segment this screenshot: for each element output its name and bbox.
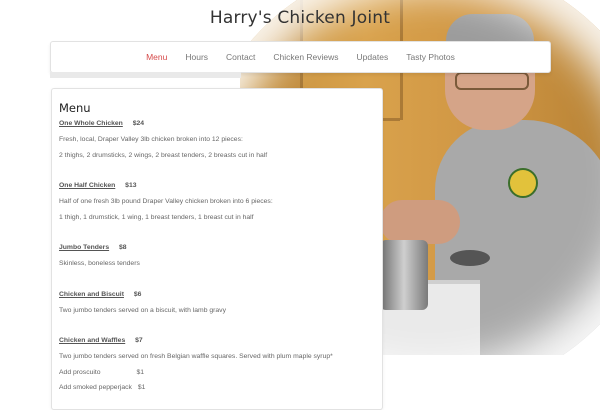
- menu-item-name[interactable]: Jumbo Tenders: [59, 244, 109, 251]
- site-title[interactable]: Harry's Chicken Joint: [0, 8, 600, 28]
- menu-item-price: $7: [135, 337, 143, 344]
- menu-item-title: Chicken and Waffles $7: [59, 337, 143, 344]
- menu-addon: Add smoked pepperjack $1: [59, 384, 145, 391]
- nav-item-contact[interactable]: Contact: [217, 52, 264, 62]
- menu-item-name[interactable]: Chicken and Biscuit: [59, 291, 124, 298]
- menu-item-description: Two jumbo tenders served on a biscuit, w…: [59, 307, 226, 314]
- nav-item-hours[interactable]: Hours: [176, 52, 217, 62]
- menu-item-price: $13: [125, 182, 137, 189]
- menu-panel: Menu One Whole Chicken $24 Fresh, local,…: [51, 88, 383, 410]
- nav-item-chicken-reviews[interactable]: Chicken Reviews: [264, 52, 347, 62]
- menu-item-price: $8: [119, 244, 127, 251]
- nav-item-updates[interactable]: Updates: [348, 52, 398, 62]
- menu-item-title: One Half Chicken $13: [59, 182, 137, 189]
- addon-label: Add smoked pepperjack: [59, 384, 132, 391]
- addon-price: $1: [136, 369, 145, 376]
- menu-item-description: Half of one fresh 3lb pound Draper Valle…: [59, 198, 273, 205]
- menu-item-description: 1 thigh, 1 drumstick, 1 wing, 1 breast t…: [59, 214, 254, 221]
- menu-item-title: Chicken and Biscuit $6: [59, 291, 141, 298]
- menu-item-title: Jumbo Tenders $8: [59, 244, 127, 251]
- menu-item-name[interactable]: One Whole Chicken: [59, 120, 123, 127]
- menu-item-name[interactable]: One Half Chicken: [59, 182, 115, 189]
- menu-item-description: 2 thighs, 2 drumsticks, 2 wings, 2 breas…: [59, 152, 268, 159]
- nav-item-menu[interactable]: Menu: [137, 52, 176, 62]
- menu-item-price: $6: [133, 291, 142, 298]
- menu-item-description: Skinless, boneless tenders: [59, 260, 140, 267]
- menu-heading: Menu: [59, 101, 91, 115]
- menu-item-description: Two jumbo tenders served on fresh Belgia…: [59, 353, 333, 360]
- menu-item-name[interactable]: Chicken and Waffles: [59, 337, 125, 344]
- nav-item-tasty-photos[interactable]: Tasty Photos: [397, 52, 464, 62]
- menu-item-description: Fresh, local, Draper Valley 3lb chicken …: [59, 136, 243, 143]
- menu-item-title: One Whole Chicken $24: [59, 120, 144, 127]
- main-nav: Menu Hours Contact Chicken Reviews Updat…: [50, 41, 551, 73]
- menu-addon: Add proscuito $1: [59, 369, 144, 376]
- addon-label: Add proscuito: [59, 369, 101, 376]
- menu-item-price: $24: [132, 120, 145, 127]
- addon-price: $1: [137, 384, 146, 391]
- nav-underbar: [50, 72, 241, 78]
